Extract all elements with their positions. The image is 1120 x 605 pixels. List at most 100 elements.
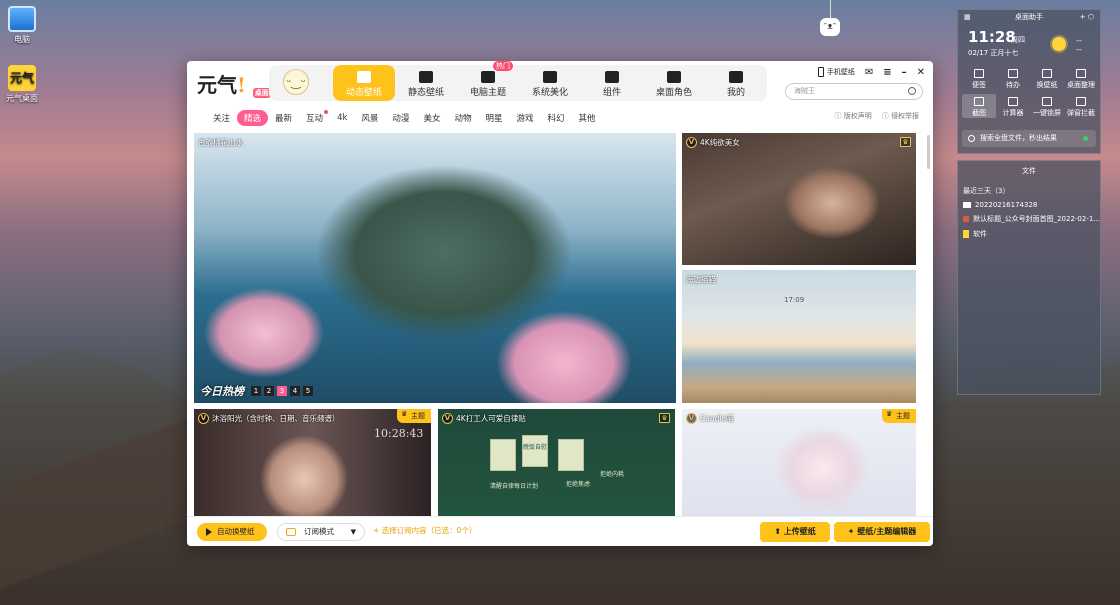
select-value: 订阅模式 [304,527,334,536]
shortcut-notes[interactable]: 便签 [962,66,996,90]
category-featured[interactable]: 精选 [237,110,268,126]
file-name: 20220216174328 [975,201,1037,209]
wallpaper-card[interactable]: 海边猫猫 17:09 [682,270,916,403]
shortcut-popup-block[interactable]: 弹窗拦截 [1064,94,1098,118]
page-button[interactable]: 3 [277,386,287,396]
shortcut-screenshot[interactable]: 截图 [962,94,996,118]
tab-dynamic-wallpaper[interactable]: 动态壁纸 [333,65,395,101]
computer-icon [8,6,36,32]
category-beauty[interactable]: 美女 [416,110,447,126]
card-title-text: 沐浴阳光（含时钟、日期、音乐频谱） [212,413,340,424]
category-4k[interactable]: 4k [330,111,354,125]
gear-icon [543,71,557,83]
wallpaper-card[interactable]: VCandle喵 主题 [682,409,916,516]
tab-label: 电脑主题 [470,88,506,98]
close-icon[interactable]: ✕ [917,67,925,78]
category-latest[interactable]: 最新 [268,110,299,126]
mail-icon[interactable]: ✉ [865,67,873,78]
legal-links: ⓘ 版权声明 ⓘ 侵权举报 [835,111,919,121]
search-placeholder: 海贼王 [794,87,815,95]
weather-temp: -- [1076,36,1082,45]
tab-mine[interactable]: 我的 [705,65,767,101]
category-follow[interactable]: 关注 [206,110,237,126]
files-panel: 文件 最近三天（3） 20220216174328 默认标题_公众号封面首图_2… [957,160,1101,395]
wallpaper-card[interactable]: V4K纯欲美女 ♛ [682,133,916,265]
category-star[interactable]: 明星 [478,110,509,126]
category-label: 互动 [306,114,323,124]
category-scenery[interactable]: 风景 [354,110,385,126]
wallpaper-editor-button[interactable]: ✦ 壁纸/主题编辑器 [834,522,930,542]
date-lunar: 02/17 正月十七 [968,48,1018,58]
hanging-cat-pet[interactable]: ᵔᴥᵔ [818,0,842,40]
select-subscription-link[interactable]: + 选择订阅内容（已选：0个） [373,525,476,536]
report-link[interactable]: ⓘ 侵权举报 [882,111,919,121]
upload-wallpaper-button[interactable]: ⬆ 上传壁纸 [760,522,830,542]
theme-badge: 主题 [397,409,431,423]
assistant-header: ▦ 桌面助手 + ⬡ [958,10,1100,24]
wallpaper-card[interactable]: V4K打工人可爱自律贴 ♛ 晚饭自慰 清醒自律每日计划 拒绝焦虑 拒绝内耗 [438,409,675,516]
shortcut-lock-screen[interactable]: 一键锁屏 [1030,94,1064,118]
search-icon[interactable] [908,87,916,95]
shortcut-todo[interactable]: 待办 [996,66,1030,90]
desktop-icon-label: 元气桌面 [0,93,44,104]
disk-search-input[interactable]: 搜索全盘文件，秒出结果 [962,130,1096,147]
window-topbar: 元气! 桌面 ᵕ‿ᵕ 动态壁纸 静态壁纸 热门 电脑主题 系统美化 [187,61,933,107]
logo-text: 元气 [197,73,237,97]
file-name: 默认标题_公众号封面首图_2022-02-1... [973,214,1100,224]
tab-static-wallpaper[interactable]: 静态壁纸 [395,65,457,101]
minimize-icon[interactable]: – [902,67,907,78]
category-anime[interactable]: 动漫 [385,110,416,126]
page-button[interactable]: 5 [303,386,313,396]
page-button[interactable]: 2 [264,386,274,396]
avatar[interactable]: ᵕ‿ᵕ [283,69,309,95]
note-text: 拒绝内耗 [600,469,624,478]
scrollbar-thumb[interactable] [927,135,930,169]
search-input[interactable]: 海贼王 [785,83,923,100]
page-button[interactable]: 4 [290,386,300,396]
settings-icon[interactable]: + ⬡ [1080,10,1094,24]
file-item[interactable]: 20220216174328 [963,201,1100,209]
auto-change-wallpaper-button[interactable]: 自动换壁纸 [197,523,267,541]
card-title-text: 古韵桃花山水 [198,137,243,148]
tab-widgets[interactable]: 组件 [581,65,643,101]
category-scifi[interactable]: 科幻 [541,110,572,126]
grid-icon[interactable]: ▦ [964,10,971,24]
tab-pc-theme[interactable]: 热门 电脑主题 [457,65,519,101]
files-title: 文件 [958,166,1100,176]
tab-label: 系统美化 [532,88,568,98]
shortcut-label: 待办 [1006,81,1020,89]
page-button[interactable]: 1 [251,386,261,396]
menu-icon[interactable]: ≡ [883,67,891,78]
category-other[interactable]: 其他 [572,110,603,126]
subscribe-mode-select[interactable]: 订阅模式 ▼ [277,523,365,541]
widget-icon [605,71,619,83]
recent-group[interactable]: 最近三天（3） [963,186,1100,196]
category-game[interactable]: 游戏 [509,110,540,126]
file-item[interactable]: 默认标题_公众号封面首图_2022-02-1... [963,214,1100,224]
category-animal[interactable]: 动物 [447,110,478,126]
phone-wallpaper-button[interactable]: 手机壁纸 [818,67,855,77]
file-item[interactable]: 软件 [963,229,1100,239]
desktop-icon-computer[interactable]: 电脑 [0,6,44,45]
cat-face-icon: ᵔᴥᵔ [820,18,840,36]
shortcut-change-wallpaper[interactable]: 换壁纸 [1030,66,1064,90]
tab-system-beautify[interactable]: 系统美化 [519,65,581,101]
assistant-shortcuts: 便签 待办 换壁纸 桌面整理 截图 计算器 一键锁屏 弹窗拦截 [962,66,1098,118]
category-interactive[interactable]: 互动 [299,110,330,126]
wallpaper-app-window: 元气! 桌面 ᵕ‿ᵕ 动态壁纸 静态壁纸 热门 电脑主题 系统美化 [187,61,933,546]
wallpaper-card-featured[interactable]: 古韵桃花山水 今日热榜 1 2 3 4 5 [194,133,676,403]
desktop-icon-yuanqi[interactable]: 元气 元气桌面 [0,65,44,104]
copyright-link[interactable]: ⓘ 版权声明 [835,111,872,121]
tab-label: 静态壁纸 [408,88,444,98]
wallpaper-card[interactable]: V沐浴阳光（含时钟、日期、音乐频谱） 主题 10:28:43 [194,409,431,516]
new-dot [324,110,328,114]
folder-icon [963,230,969,238]
shortcut-desktop-organize[interactable]: 桌面整理 [1064,66,1098,90]
shortcut-calculator[interactable]: 计算器 [996,94,1030,118]
status-dot [1083,136,1088,141]
shortcut-label: 便签 [972,81,986,89]
app-logo: 元气! 桌面 [197,69,271,98]
note-banner: 清醒自律每日计划 [490,481,538,490]
shortcut-label: 计算器 [1003,109,1024,117]
tab-desktop-character[interactable]: 桌面角色 [643,65,705,101]
